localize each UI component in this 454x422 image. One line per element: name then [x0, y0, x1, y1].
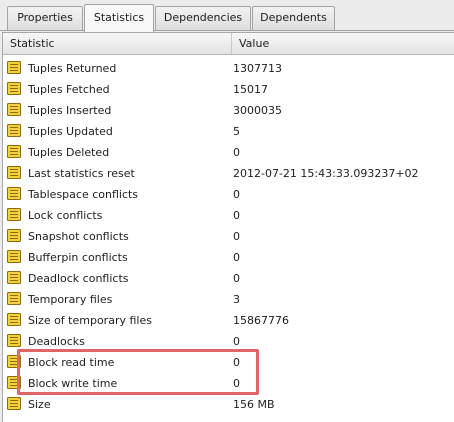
statistic-value: 3 [233, 293, 240, 306]
statistic-value: 0 [233, 230, 240, 243]
list-rows: Tuples Returned 1307713 Tuples Fetched 1501… [3, 58, 454, 415]
statistic-list-icon [7, 229, 21, 242]
statistic-value: 15017 [233, 83, 268, 96]
list-item[interactable]: Tuples Deleted 0 [3, 142, 454, 163]
statistic-name: Last statistics reset [28, 167, 135, 180]
list-item[interactable]: Lock conflicts 0 [3, 205, 454, 226]
list-item[interactable]: Deadlock conflicts 0 [3, 268, 454, 289]
statistic-value: 0 [233, 209, 240, 222]
statistic-value: 1307713 [233, 62, 282, 75]
statistic-list-icon [7, 376, 21, 389]
tab-dependents[interactable]: Dependents [252, 6, 335, 30]
list-item[interactable]: Tuples Inserted 3000035 [3, 100, 454, 121]
statistic-list-icon [7, 82, 21, 95]
tab-statistics[interactable]: Statistics [84, 4, 154, 32]
list-item[interactable]: Block write time 0 [3, 373, 454, 394]
statistic-name: Snapshot conflicts [28, 230, 129, 243]
statistic-list-icon [7, 61, 21, 74]
statistic-name: Deadlock conflicts [28, 272, 129, 285]
column-header-value[interactable]: Value [232, 33, 454, 54]
statistics-list[interactable]: Statistic Value Tuples Returned 1307713 Tu… [2, 32, 454, 422]
list-item[interactable]: Tuples Updated 5 [3, 121, 454, 142]
list-item[interactable]: Snapshot conflicts 0 [3, 226, 454, 247]
statistic-name: Temporary files [28, 293, 113, 306]
statistics-panel: Properties Statistics Dependencies Depen… [0, 0, 454, 422]
statistic-list-icon [7, 292, 21, 305]
statistic-name: Tuples Deleted [28, 146, 110, 159]
list-item[interactable]: Last statistics reset 2012-07-21 15:43:33… [3, 163, 454, 184]
statistic-name: Tuples Inserted [28, 104, 112, 117]
list-item[interactable]: Size 156 MB [3, 394, 454, 415]
list-item[interactable]: Block read time 0 [3, 352, 454, 373]
tab-dependencies[interactable]: Dependencies [155, 6, 251, 30]
tab-bar: Properties Statistics Dependencies Depen… [0, 0, 454, 32]
statistic-value: 0 [233, 272, 240, 285]
statistic-list-icon [7, 166, 21, 179]
list-item[interactable]: Tuples Fetched 15017 [3, 79, 454, 100]
statistic-value: 0 [233, 335, 240, 348]
statistic-list-icon [7, 187, 21, 200]
list-item[interactable]: Bufferpin conflicts 0 [3, 247, 454, 268]
list-item[interactable]: Tablespace conflicts 0 [3, 184, 454, 205]
statistic-name: Tuples Updated [28, 125, 113, 138]
statistic-value: 0 [233, 377, 240, 390]
statistic-list-icon [7, 103, 21, 116]
list-item[interactable]: Size of temporary files 15867776 [3, 310, 454, 331]
list-item[interactable]: Tuples Returned 1307713 [3, 58, 454, 79]
list-item[interactable]: Deadlocks 0 [3, 331, 454, 352]
statistic-name: Tuples Returned [28, 62, 117, 75]
statistic-value: 0 [233, 188, 240, 201]
statistic-list-icon [7, 334, 21, 347]
statistic-list-icon [7, 397, 21, 410]
statistic-list-icon [7, 145, 21, 158]
statistic-list-icon [7, 313, 21, 326]
statistic-name: Deadlocks [28, 335, 85, 348]
statistic-value: 0 [233, 146, 240, 159]
statistic-value: 2012-07-21 15:43:33.093237+02 [233, 167, 419, 180]
statistic-value: 15867776 [233, 314, 289, 327]
statistic-value: 0 [233, 356, 240, 369]
statistic-name: Block read time [28, 356, 115, 369]
statistic-list-icon [7, 208, 21, 221]
statistic-value: 0 [233, 251, 240, 264]
column-header-statistic[interactable]: Statistic [3, 33, 232, 54]
statistic-name: Tuples Fetched [28, 83, 110, 96]
statistic-list-icon [7, 355, 21, 368]
statistic-value: 5 [233, 125, 240, 138]
list-header: Statistic Value [3, 33, 454, 55]
statistic-value: 156 MB [233, 398, 275, 411]
statistic-list-icon [7, 124, 21, 137]
statistic-name: Bufferpin conflicts [28, 251, 128, 264]
list-item[interactable]: Temporary files 3 [3, 289, 454, 310]
tab-properties[interactable]: Properties [7, 6, 83, 30]
statistic-name: Tablespace conflicts [28, 188, 139, 201]
statistic-value: 3000035 [233, 104, 282, 117]
statistic-name: Size of temporary files [28, 314, 152, 327]
statistic-list-icon [7, 250, 21, 263]
statistic-name: Block write time [28, 377, 118, 390]
statistic-name: Lock conflicts [28, 209, 103, 222]
statistic-list-icon [7, 271, 21, 284]
statistic-name: Size [28, 398, 51, 411]
